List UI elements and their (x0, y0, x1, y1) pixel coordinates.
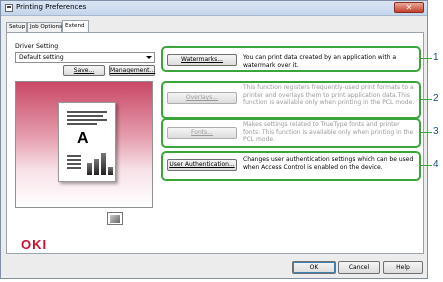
tab-job-options[interactable]: Job Options (27, 22, 62, 32)
callout-number-1: 1 (433, 52, 439, 63)
preview-chart-bar (108, 167, 113, 175)
save-button[interactable]: Save... (63, 65, 105, 76)
ok-button[interactable]: OK (292, 261, 336, 274)
preview-chart-bar (101, 153, 106, 175)
driver-setting-label: Driver Setting (15, 43, 59, 50)
overlays-button-label: Overlays... (185, 94, 219, 101)
watermarks-description: You can print data created by an applica… (243, 54, 397, 69)
fonts-description: Makes settings related to TrueType fonts… (243, 121, 414, 143)
close-button[interactable]: ✕ (394, 2, 424, 13)
window-title: Printing Preferences (16, 3, 87, 11)
watermarks-button-label: Watermarks... (181, 56, 223, 63)
printer-icon (5, 4, 13, 12)
callout-leader-3 (420, 132, 432, 133)
callout-number-2: 2 (433, 93, 439, 104)
preview-thumbnail-icon[interactable] (107, 212, 123, 225)
callout-leader-4 (420, 165, 432, 166)
cancel-button[interactable]: Cancel (338, 261, 380, 274)
tab-extend[interactable]: Extend (62, 20, 89, 32)
overlays-description: This function registers frequently-used … (243, 84, 415, 106)
chevron-down-icon (146, 56, 152, 59)
watermarks-button[interactable]: Watermarks... (167, 54, 237, 66)
driver-setting-value: Default setting (19, 54, 64, 61)
preview-chart-bar (94, 159, 99, 175)
overlays-button[interactable]: Overlays... (167, 92, 237, 104)
print-preview: A (15, 81, 153, 208)
callout-leader-1 (420, 58, 432, 59)
fonts-button-label: Fonts... (191, 129, 213, 136)
management-button[interactable]: Management... (109, 65, 155, 76)
user-authentication-button-label: User Authentication... (169, 161, 235, 168)
driver-setting-select[interactable]: Default setting (15, 52, 155, 63)
user-authentication-button[interactable]: User Authentication... (167, 159, 237, 171)
printing-preferences-window: Printing Preferences ✕ Setup Job Options… (0, 0, 428, 279)
save-button-label: Save... (73, 67, 95, 74)
preview-chart-bar (87, 163, 92, 175)
tab-setup[interactable]: Setup (6, 22, 27, 32)
preview-letter: A (77, 130, 89, 147)
management-button-label: Management... (110, 67, 156, 74)
oki-logo: OKI (21, 237, 48, 252)
fonts-button[interactable]: Fonts... (167, 127, 237, 139)
callout-number-3: 3 (433, 126, 439, 137)
help-button[interactable]: Help (383, 261, 423, 274)
callout-number-4: 4 (433, 159, 439, 170)
callout-leader-2 (420, 99, 432, 100)
user-authentication-description: Changes user authentication settings whi… (243, 156, 414, 171)
title-bar: Printing Preferences ✕ (1, 1, 427, 16)
preview-page: A (58, 102, 116, 182)
